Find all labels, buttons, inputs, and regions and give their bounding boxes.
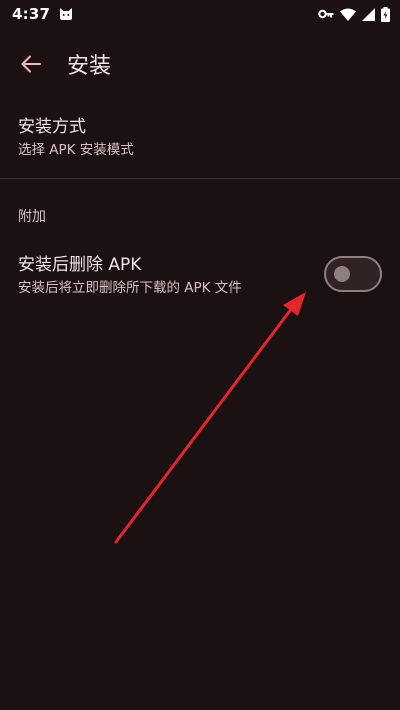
vpn-key-icon	[318, 8, 334, 20]
wifi-icon	[340, 8, 356, 21]
cellular-icon	[362, 7, 375, 21]
install-method-summary: 选择 APK 安装模式	[18, 142, 134, 158]
toggle-thumb	[334, 266, 350, 282]
app-bar: 安装	[0, 36, 400, 92]
install-method-pref[interactable]: 安装方式 选择 APK 安装模式	[0, 116, 400, 172]
back-button[interactable]	[11, 44, 51, 84]
divider	[0, 178, 400, 179]
install-method-title: 安装方式	[18, 117, 86, 137]
status-bar: 4:37	[0, 0, 400, 28]
status-icons	[318, 6, 390, 22]
annotation-arrow	[114, 292, 306, 544]
screen: 4:37 安装 安装方式 选择 APK 安装模式 附加 安装后删除 APK 安装…	[0, 0, 400, 710]
status-time: 4:37	[12, 5, 51, 23]
delete-apk-toggle[interactable]	[324, 256, 382, 292]
arrow-back-icon	[21, 55, 41, 73]
cat-icon	[59, 7, 73, 21]
category-header: 附加	[18, 209, 46, 225]
battery-icon	[381, 6, 390, 22]
page-title: 安装	[67, 54, 112, 79]
